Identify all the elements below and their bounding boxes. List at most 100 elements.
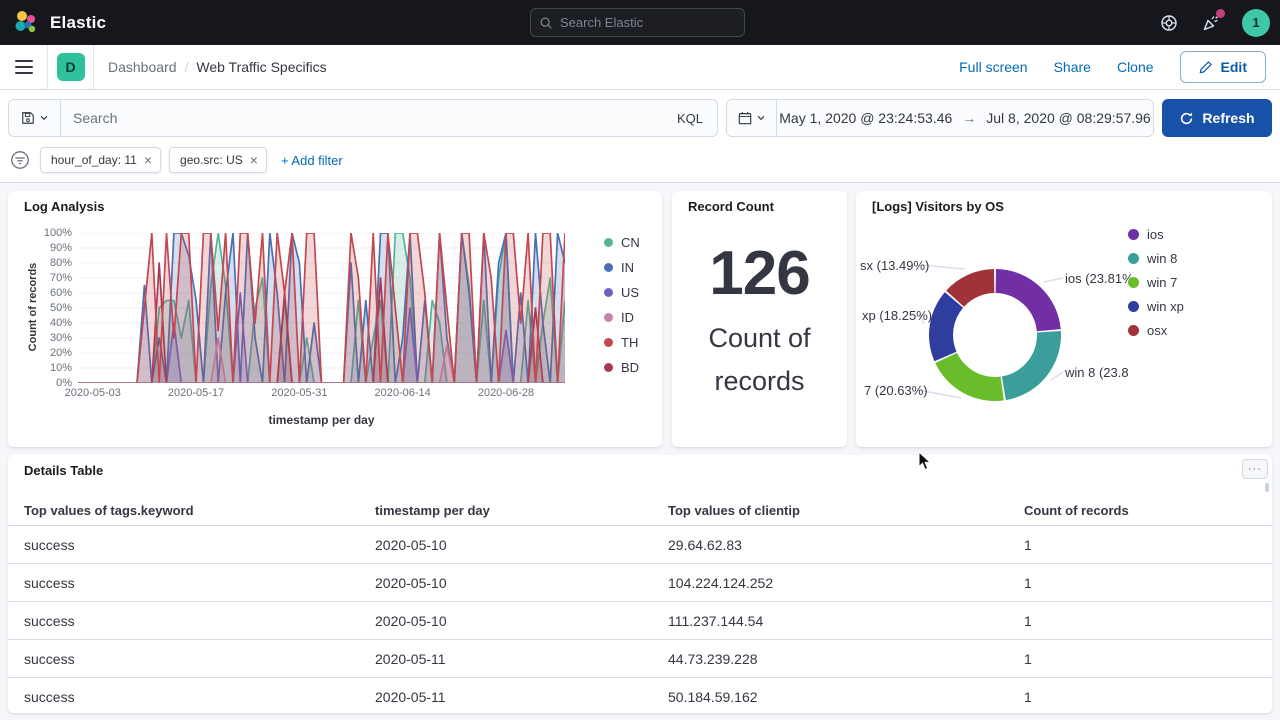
table-cell: 1 xyxy=(1024,689,1272,705)
chevron-down-icon xyxy=(756,113,766,123)
calendar-button[interactable] xyxy=(727,100,777,136)
table-row: success2020-05-1144.73.239.2281 xyxy=(8,640,1272,678)
refresh-label: Refresh xyxy=(1202,110,1254,126)
filter-pill-label: hour_of_day: 11 xyxy=(51,153,137,167)
legend-item[interactable]: US xyxy=(604,285,640,300)
dashboard-app-badge: D xyxy=(57,53,85,81)
share-button[interactable]: Share xyxy=(1054,59,1091,75)
panel-title: Log Analysis xyxy=(8,191,662,214)
global-search[interactable] xyxy=(530,8,745,37)
remove-filter-button[interactable]: × xyxy=(142,151,154,169)
donut-slice xyxy=(935,353,1004,401)
legend-item[interactable]: osx xyxy=(1128,323,1184,338)
legend-item[interactable]: ios xyxy=(1128,227,1184,242)
table-cell: 1 xyxy=(1024,651,1272,667)
help-button[interactable] xyxy=(1158,12,1180,34)
newsfeed-button[interactable] xyxy=(1200,12,1222,34)
table-cell: 2020-05-10 xyxy=(375,613,668,629)
table-cell: 2020-05-10 xyxy=(375,537,668,553)
global-search-input[interactable] xyxy=(560,15,736,30)
log-analysis-plot[interactable] xyxy=(78,233,565,383)
donut-slice xyxy=(1002,331,1061,400)
table-cell: success xyxy=(24,575,375,591)
legend-swatch xyxy=(1128,301,1139,312)
legend-label: osx xyxy=(1147,323,1167,338)
query-input-wrap: KQL xyxy=(8,99,718,137)
hamburger-icon xyxy=(15,60,33,74)
legend-item[interactable]: IN xyxy=(604,260,640,275)
legend-item[interactable]: win 8 xyxy=(1128,251,1184,266)
legend-item[interactable]: TH xyxy=(604,335,640,350)
table-cell: success xyxy=(24,537,375,553)
legend-label: win 8 xyxy=(1147,251,1177,266)
column-header[interactable]: Count of records xyxy=(1024,503,1272,518)
table-cell: 2020-05-11 xyxy=(375,689,668,705)
log-x-axis: 2020-05-032020-05-172020-05-312020-06-14… xyxy=(8,387,662,403)
panel-log-analysis: Log Analysis Count of records 100%90%80%… xyxy=(8,191,662,447)
legend-item[interactable]: ID xyxy=(604,310,640,325)
scrollbar-thumb[interactable] xyxy=(1265,483,1269,492)
log-legend: CN IN US ID TH BD xyxy=(604,235,640,375)
os-legend: ios win 8 win 7 win xp osx xyxy=(1128,227,1184,338)
column-header[interactable]: Top values of clientip xyxy=(668,503,1024,518)
legend-swatch xyxy=(1128,253,1139,264)
slice-callout: xp (18.25%) xyxy=(862,308,932,323)
panel-options-button[interactable]: ··· xyxy=(1242,459,1268,479)
clone-button[interactable]: Clone xyxy=(1117,59,1154,75)
table-row: success2020-05-10104.224.124.2521 xyxy=(8,564,1272,602)
edit-button[interactable]: Edit xyxy=(1180,51,1266,83)
y-tick-label: 70% xyxy=(50,272,72,284)
table-cell: 111.237.144.54 xyxy=(668,613,1024,629)
app-icon-wrap[interactable]: D xyxy=(48,45,94,90)
panel-title: Details Table xyxy=(8,455,1272,478)
breadcrumb-separator: / xyxy=(185,59,189,75)
user-avatar[interactable]: 1 xyxy=(1242,9,1270,37)
date-end[interactable]: Jul 8, 2020 @ 08:29:57.96 xyxy=(986,110,1150,126)
metric-value: 126 xyxy=(709,238,809,309)
mouse-cursor xyxy=(918,451,932,471)
brand-group[interactable]: Elastic xyxy=(0,9,106,37)
date-picker: May 1, 2020 @ 23:24:53.46 → Jul 8, 2020 … xyxy=(726,99,1154,137)
column-header[interactable]: Top values of tags.keyword xyxy=(24,503,375,518)
saved-query-button[interactable] xyxy=(9,100,61,136)
date-start[interactable]: May 1, 2020 @ 23:24:53.46 xyxy=(779,110,952,126)
full-screen-button[interactable]: Full screen xyxy=(959,59,1027,75)
legend-item[interactable]: BD xyxy=(604,360,640,375)
chevron-down-icon xyxy=(39,113,49,123)
column-header[interactable]: timestamp per day xyxy=(375,503,668,518)
y-tick-label: 40% xyxy=(50,317,72,329)
legend-label: IN xyxy=(621,260,634,275)
date-range[interactable]: May 1, 2020 @ 23:24:53.46 → Jul 8, 2020 … xyxy=(777,110,1153,126)
filter-menu-button[interactable] xyxy=(8,148,32,172)
add-filter-button[interactable]: + Add filter xyxy=(281,153,343,168)
table-row: success2020-05-1029.64.62.831 xyxy=(8,526,1272,564)
notification-dot xyxy=(1216,9,1225,18)
panel-title: Record Count xyxy=(672,191,774,214)
brand-name: Elastic xyxy=(50,13,106,33)
legend-swatch xyxy=(604,238,613,247)
x-axis-title: timestamp per day xyxy=(78,413,565,427)
dashboard-canvas: Log Analysis Count of records 100%90%80%… xyxy=(0,183,1280,720)
legend-item[interactable]: win xp xyxy=(1128,299,1184,314)
kql-button[interactable]: KQL xyxy=(663,100,717,136)
legend-item[interactable]: win 7 xyxy=(1128,275,1184,290)
x-tick-label: 2020-05-03 xyxy=(65,387,121,399)
filter-pill-hour-of-day[interactable]: hour_of_day: 11 × xyxy=(40,147,161,173)
filter-bar: hour_of_day: 11 × geo.src: US × + Add fi… xyxy=(0,142,1280,183)
table-row: success2020-05-10111.237.144.541 xyxy=(8,602,1272,640)
slice-callout: win 8 (23.8 xyxy=(1065,365,1129,380)
breadcrumb-dashboard[interactable]: Dashboard xyxy=(108,59,177,75)
legend-label: TH xyxy=(621,335,638,350)
donut-slice xyxy=(996,269,1061,331)
save-icon xyxy=(21,111,35,125)
x-tick-label: 2020-05-17 xyxy=(168,387,224,399)
filter-icon xyxy=(10,150,30,170)
global-header: Elastic xyxy=(0,0,1280,45)
filter-pill-geo-src[interactable]: geo.src: US × xyxy=(169,147,267,173)
query-input[interactable] xyxy=(61,110,663,126)
menu-button[interactable] xyxy=(0,45,48,90)
refresh-button[interactable]: Refresh xyxy=(1162,99,1272,137)
legend-item[interactable]: CN xyxy=(604,235,640,250)
elastic-logo xyxy=(12,9,40,37)
remove-filter-button[interactable]: × xyxy=(248,151,260,169)
